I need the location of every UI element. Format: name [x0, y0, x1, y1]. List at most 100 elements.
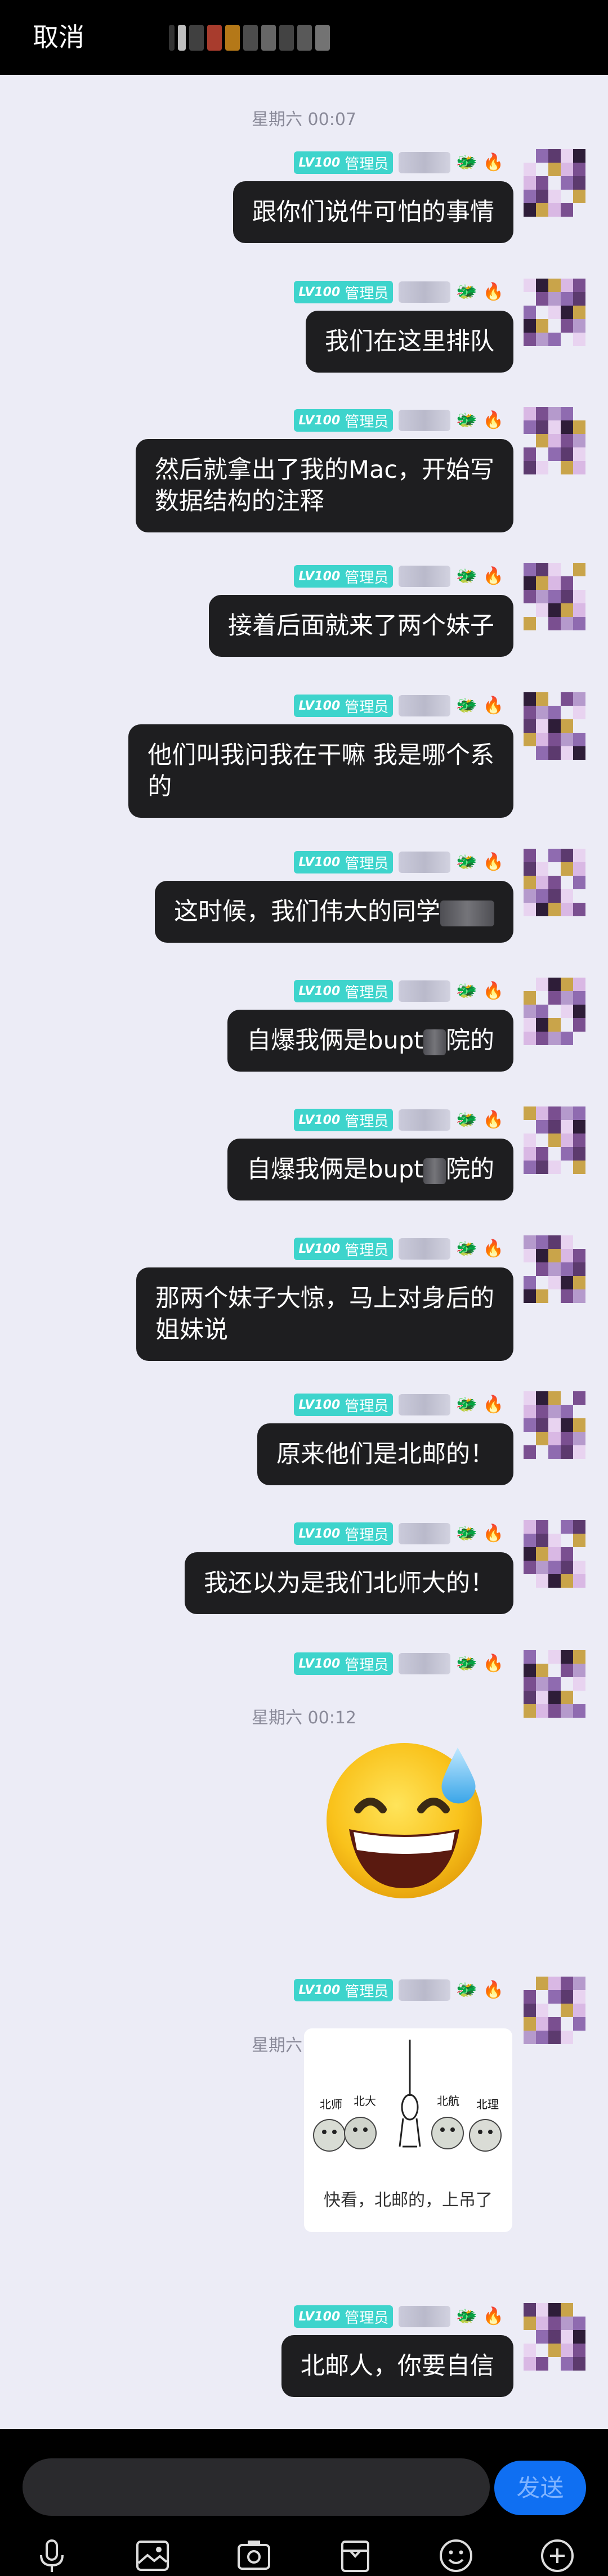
message-bubble[interactable]: 他们叫我问我在干嘛 我是哪个系的 — [128, 724, 513, 818]
sender-meta: LV100 管理员 🐲 🔥 — [294, 408, 504, 433]
dragon-title-icon: 🐲 — [456, 566, 477, 586]
message-text: 我们在这里排队 — [325, 328, 494, 356]
avatar[interactable] — [524, 563, 585, 630]
top-bar: 取消 — [0, 0, 608, 75]
sender-name-obscured[interactable] — [399, 410, 451, 431]
message-bubble[interactable]: 我还以为是我们北师大的！ — [185, 1552, 513, 1614]
meme-image[interactable]: 北师 北大 北航 北理 快看，北邮的，上吊了 — [304, 2028, 512, 2232]
sender-name-obscured[interactable] — [399, 2306, 451, 2327]
message-text-line: 的 — [147, 773, 172, 801]
avatar[interactable] — [524, 978, 585, 1045]
admin-badge: LV100 管理员 — [294, 151, 394, 174]
meme-caption: 快看，北邮的，上吊了 — [324, 2190, 493, 2210]
sender-name-obscured[interactable] — [399, 281, 451, 303]
avatar[interactable] — [524, 1391, 585, 1459]
avatar[interactable] — [524, 279, 585, 346]
send-button[interactable]: 发送 — [494, 2461, 586, 2515]
message-text: 自爆我俩是bupt — [247, 1027, 423, 1055]
avatar[interactable] — [524, 407, 585, 474]
sender-meta: LV100 管理员 🐲 🔥 — [294, 979, 504, 1003]
role-text: 管理员 — [345, 155, 389, 173]
avatar[interactable] — [524, 849, 585, 916]
dragon-title-icon: 🐲 — [456, 410, 477, 430]
dragon-title-icon: 🐲 — [456, 2306, 477, 2326]
camera-icon[interactable] — [234, 2536, 274, 2575]
redacted-text — [440, 900, 494, 926]
redacted-text — [423, 1158, 446, 1184]
sender-name-obscured[interactable] — [399, 1653, 451, 1674]
fire-title-icon: 🔥 — [482, 153, 504, 172]
role-text: 管理员 — [345, 1397, 389, 1415]
avatar[interactable] — [524, 1235, 585, 1303]
admin-badge: LV100 管理员 — [294, 980, 394, 1002]
avatar[interactable] — [524, 1977, 585, 2044]
message-text-line: 然后就拿出了我的Mac，开始写 — [154, 456, 494, 484]
dragon-title-icon: 🐲 — [456, 981, 477, 1001]
message-bubble[interactable]: 然后就拿出了我的Mac，开始写 数据结构的注释 — [135, 439, 513, 532]
avatar[interactable] — [524, 2303, 585, 2371]
avatar[interactable] — [524, 149, 585, 217]
sender-meta: LV100 管理员 🐲 🔥 — [294, 1521, 504, 1546]
message-input[interactable] — [23, 2458, 490, 2516]
sender-name-obscured[interactable] — [399, 566, 451, 587]
dragon-title-icon: 🐲 — [456, 852, 477, 872]
message-bubble[interactable]: 北邮人，你要自信 — [281, 2335, 513, 2397]
message-bubble[interactable]: 自爆我俩是bupt 院的 — [227, 1010, 513, 1072]
sender-name-obscured[interactable] — [399, 1238, 451, 1260]
fire-title-icon: 🔥 — [482, 282, 504, 302]
level-text: LV100 — [298, 1397, 341, 1412]
message-text: 原来他们是北邮的！ — [276, 1440, 494, 1468]
fire-title-icon: 🔥 — [482, 1654, 504, 1673]
fire-title-icon: 🔥 — [482, 566, 504, 586]
timestamp-label: 星期六 00:12 — [252, 1708, 356, 1728]
level-text: LV100 — [298, 984, 341, 998]
sender-name-obscured[interactable] — [399, 1979, 451, 2001]
fire-title-icon: 🔥 — [482, 2306, 504, 2326]
message-bubble[interactable]: 接着后面就来了两个妹子 — [209, 595, 513, 657]
message-bubble[interactable]: 我们在这里排队 — [306, 311, 513, 373]
emoji-icon[interactable] — [436, 2536, 476, 2575]
sender-meta: LV100 管理员 🐲 🔥 — [294, 1392, 504, 1417]
message-bubble[interactable]: 那两个妹子大惊，马上对身后的 姐妹说 — [136, 1267, 513, 1361]
level-text: LV100 — [298, 2309, 341, 2324]
sender-meta: LV100 管理员 🐲 🔥 — [294, 1108, 504, 1132]
admin-badge: LV100 管理员 — [294, 281, 394, 303]
avatar[interactable] — [524, 692, 585, 760]
role-text: 管理员 — [345, 984, 389, 1001]
sender-name-obscured[interactable] — [399, 1109, 451, 1131]
avatar[interactable] — [524, 1106, 585, 1174]
message-bubble[interactable]: 跟你们说件可怕的事情 — [233, 181, 513, 243]
role-text: 管理员 — [345, 698, 389, 716]
sender-name-obscured[interactable] — [399, 695, 451, 716]
avatar[interactable] — [524, 1650, 585, 1718]
role-text: 管理员 — [345, 855, 389, 872]
clipboard-icon[interactable] — [336, 2536, 375, 2575]
sender-name-obscured[interactable] — [399, 1394, 451, 1415]
add-icon[interactable] — [538, 2536, 577, 2575]
sender-name-obscured[interactable] — [399, 980, 451, 1002]
message-text-line: 他们叫我问我在干嘛 我是哪个系 — [147, 741, 494, 769]
message-bubble[interactable]: 这时候，我们伟大的同学 — [155, 881, 513, 943]
role-text: 管理员 — [345, 1656, 389, 1674]
meme-label: 北航 — [437, 2094, 459, 2108]
avatar[interactable] — [524, 1520, 585, 1588]
sender-meta: LV100 管理员 🐲 🔥 — [294, 1978, 504, 2002]
fire-title-icon: 🔥 — [482, 696, 504, 715]
level-text: LV100 — [298, 413, 341, 428]
meme-label: 北师 — [320, 2098, 342, 2111]
message-text: 院的 — [446, 1155, 494, 1184]
cancel-button[interactable]: 取消 — [33, 21, 84, 53]
sender-name-obscured[interactable] — [399, 852, 451, 873]
sweat-smile-emoji-sticker[interactable] — [314, 1725, 500, 1899]
sender-meta: LV100 管理员 🐲 🔥 — [294, 2304, 504, 2329]
level-text: LV100 — [298, 1113, 341, 1127]
microphone-icon[interactable] — [32, 2536, 71, 2575]
admin-badge: LV100 管理员 — [294, 1109, 394, 1131]
image-icon[interactable] — [133, 2536, 172, 2575]
dragon-title-icon: 🐲 — [456, 1524, 477, 1543]
message-bubble[interactable]: 原来他们是北邮的！ — [257, 1423, 513, 1485]
message-bubble[interactable]: 自爆我俩是bupt 院的 — [227, 1139, 513, 1200]
sender-name-obscured[interactable] — [399, 152, 451, 173]
dragon-title-icon: 🐲 — [456, 1980, 477, 2000]
sender-name-obscured[interactable] — [399, 1523, 451, 1544]
